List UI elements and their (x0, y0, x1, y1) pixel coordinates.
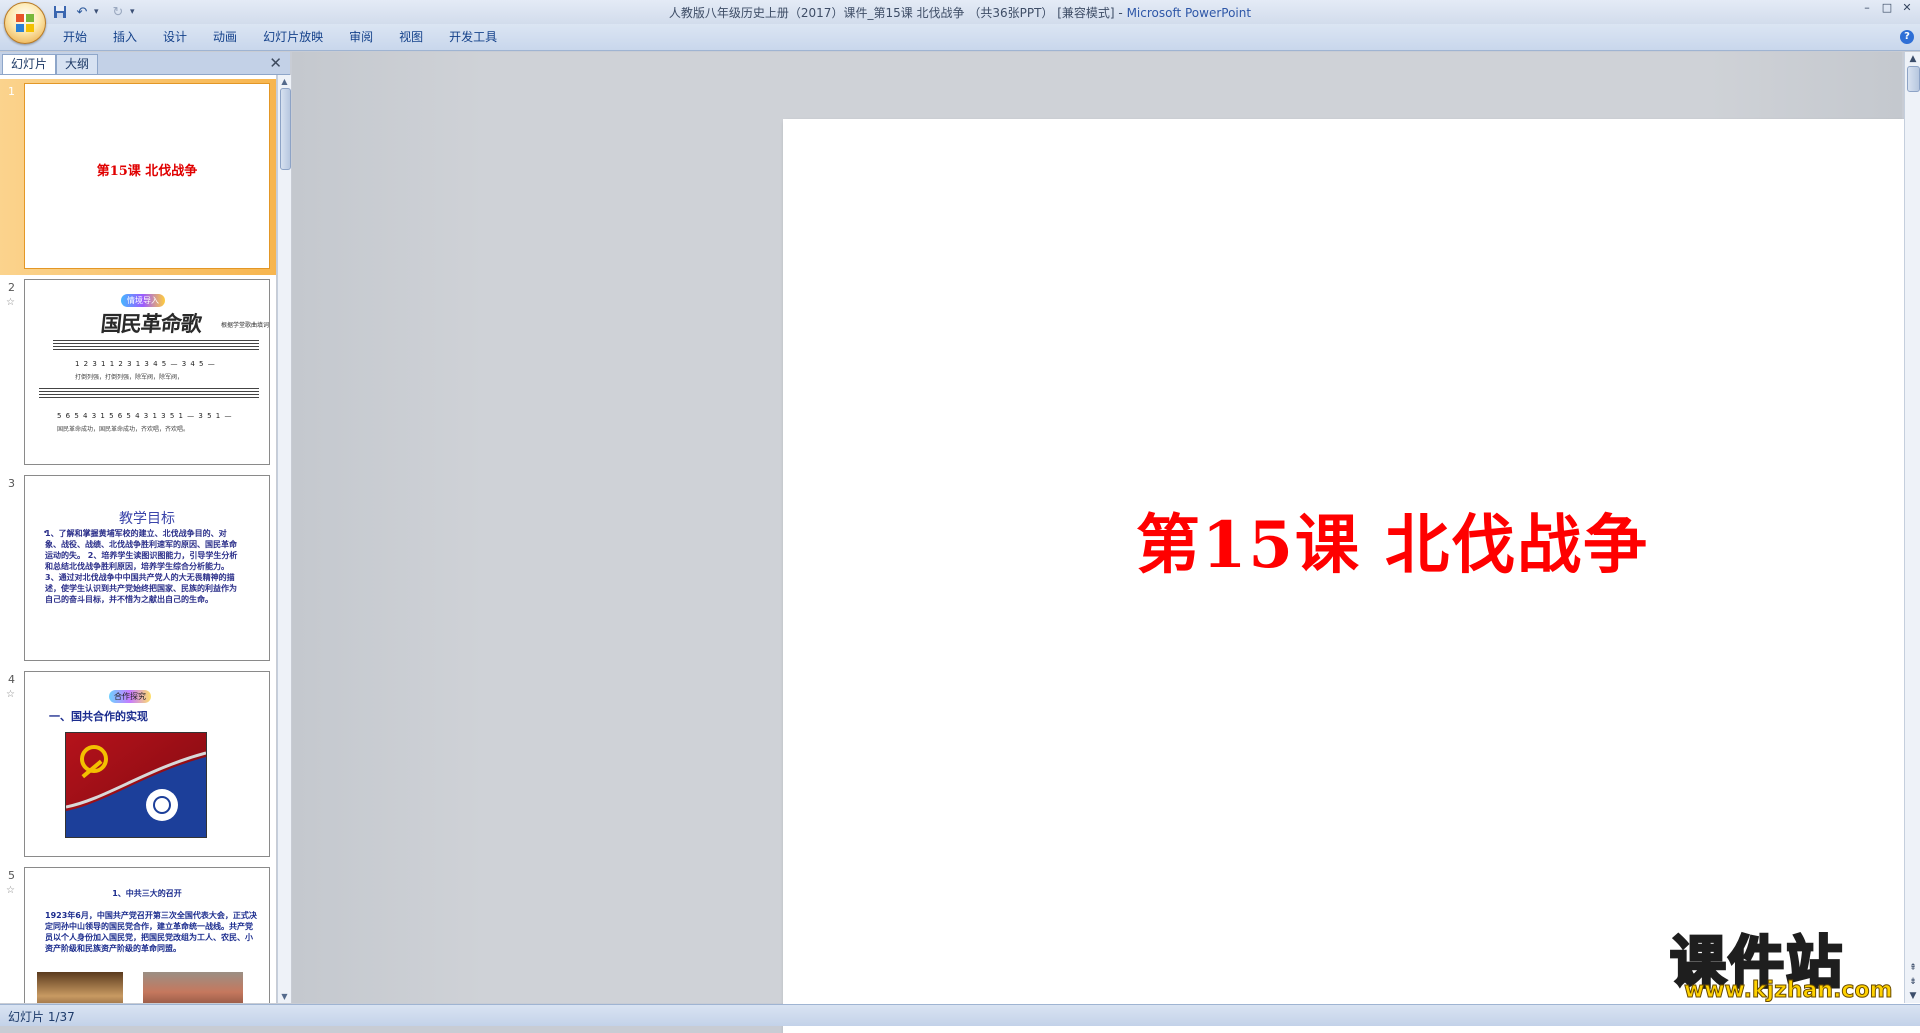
slide-number: 4 (8, 673, 15, 686)
slide-counter: 幻灯片 1/37 (8, 1010, 75, 1024)
slide-thumbnail-1[interactable]: 1 第15课 北伐战争 (0, 79, 276, 275)
scroll-down-icon[interactable]: ▼ (1905, 989, 1920, 1003)
office-button[interactable] (4, 2, 46, 44)
site-watermark: 课件站 www.kjzhan.com (1669, 918, 1904, 1004)
slide-number: 5 (8, 869, 15, 882)
slide-preview[interactable]: 教学目标 • 1、了解和掌握黄埔军校的建立、北伐战争目的、对象、战役、战绩、北伐… (24, 475, 270, 661)
section-badge: 合作探究 (109, 690, 151, 703)
historic-photo (143, 972, 243, 1003)
tab-home[interactable]: 开始 (50, 24, 100, 50)
title-bar: ↶ ▾ ↻ ▾ 人教版八年级历史上册（2017）课件_第15课 北伐战争 （共3… (0, 0, 1920, 44)
thumbnail-scrollbar[interactable]: ▲ ▼ (277, 75, 291, 1003)
slide-preview[interactable]: 第15课 北伐战争 (24, 83, 270, 269)
slide-editing-area: 第15课 北伐战争 (292, 52, 1920, 1033)
tab-insert[interactable]: 插入 (100, 24, 150, 50)
tab-slides[interactable]: 幻灯片 (2, 54, 57, 74)
jianpu-notation: 5 6 5 4 3 1 5 6 5 4 3 1 3 5 1 — 3 5 1 — (57, 412, 233, 420)
maximize-button[interactable]: □ (1880, 2, 1894, 14)
slide-body-text: 1、了解和掌握黄埔军校的建立、北伐战争目的、对象、战役、战绩、北伐战争胜利速军的… (45, 529, 238, 604)
animation-star-icon: ☆ (6, 885, 15, 896)
slide-preview[interactable]: 1、中共三大的召开 1923年6月，中国共产党召开第三次全国代表大会，正式决定同… (24, 867, 270, 1003)
slide-preview[interactable]: 合作探究 一、国共合作的实现 (24, 671, 270, 857)
animation-star-icon: ☆ (6, 689, 15, 700)
slide-body-text: 1923年6月，中国共产党召开第三次全国代表大会，正式决定同孙中山领导的国民党合… (45, 911, 257, 953)
music-staff (39, 386, 259, 398)
undo-dropdown-icon[interactable]: ▾ (94, 7, 106, 17)
slide-thumbnail-list: 1 第15课 北伐战争 2 ☆ 情境导入 国民革命歌 根据学堂歌曲填词 1 2 … (0, 75, 276, 1003)
song-note: 根据学堂歌曲填词 (221, 322, 270, 329)
tab-slideshow[interactable]: 幻灯片放映 (250, 24, 336, 50)
slide-thumbnail-5[interactable]: 5 ☆ 1、中共三大的召开 1923年6月，中国共产党召开第三次全国代表大会，正… (0, 863, 276, 1003)
ribbon-tab-bar: 开始 插入 设计 动画 幻灯片放映 审阅 视图 开发工具 ? (0, 24, 1920, 51)
slide-thumbnail-3[interactable]: 3 教学目标 • 1、了解和掌握黄埔军校的建立、北伐战争目的、对象、战役、战绩、… (0, 471, 276, 667)
slide-title: 第15课 北伐战争 (96, 164, 198, 179)
slide-number: 3 (8, 477, 15, 490)
scroll-up-icon[interactable]: ▲ (278, 75, 291, 88)
music-staff (53, 338, 259, 350)
scroll-thumb[interactable] (280, 88, 291, 170)
app-name: Microsoft PowerPoint (1126, 6, 1252, 20)
scroll-up-icon[interactable]: ▲ (1905, 52, 1920, 66)
song-lyrics: 打倒列强，打倒列强，除军阀，除军阀， (75, 374, 184, 381)
redo-icon[interactable]: ↻ (108, 3, 128, 21)
slide-title: 1、中共三大的召开 (112, 889, 182, 898)
save-icon[interactable] (50, 3, 70, 21)
tab-review[interactable]: 审阅 (336, 24, 386, 50)
customize-qat-icon[interactable]: ▾ (130, 7, 142, 17)
status-bar: 幻灯片 1/37 (0, 1004, 1920, 1026)
tab-view[interactable]: 视图 (386, 24, 436, 50)
undo-icon[interactable]: ↶ (72, 3, 92, 21)
tab-outline[interactable]: 大纲 (56, 54, 99, 74)
song-title: 国民革命歌 (99, 311, 203, 336)
slide-number: 1 (8, 85, 15, 98)
previous-slide-icon[interactable]: ⇞ (1905, 961, 1920, 975)
watermark-url: www.kjzhan.com (1684, 978, 1894, 1004)
scroll-thumb[interactable] (1907, 66, 1920, 92)
slide-number: 2 (8, 281, 15, 294)
slide-title: 教学目标 (119, 511, 175, 527)
window-controls: – □ ✕ (1860, 2, 1914, 14)
slide-title[interactable]: 第15课 北伐战争 (783, 494, 1920, 586)
tab-animations[interactable]: 动画 (200, 24, 250, 50)
window-title: 人教版八年级历史上册（2017）课件_第15课 北伐战争 （共36张PPT） [… (0, 4, 1920, 21)
section-title: 一、国共合作的实现 (49, 710, 148, 723)
slide-scrollbar[interactable]: ▲ ⇞ ⇟ ▼ (1904, 52, 1920, 1003)
party-flags-image (65, 732, 207, 838)
minimize-button[interactable]: – (1860, 2, 1874, 14)
help-icon[interactable]: ? (1900, 30, 1914, 44)
jianpu-notation: 1 2 3 1 1 2 3 1 3 4 5 — 3 4 5 — (75, 360, 216, 368)
slide-thumbnail-2[interactable]: 2 ☆ 情境导入 国民革命歌 根据学堂歌曲填词 1 2 3 1 1 2 3 1 … (0, 275, 276, 471)
current-slide[interactable]: 第15课 北伐战争 (783, 119, 1920, 1033)
tab-design[interactable]: 设计 (150, 24, 200, 50)
slide-thumbnail-4[interactable]: 4 ☆ 合作探究 一、国共合作的实现 (0, 667, 276, 863)
scroll-down-icon[interactable]: ▼ (278, 990, 291, 1003)
next-slide-icon[interactable]: ⇟ (1905, 975, 1920, 989)
slides-pane-tabs: 幻灯片 大纲 ✕ (0, 52, 290, 75)
pane-close-icon[interactable]: ✕ (269, 54, 282, 72)
quick-access-toolbar: ↶ ▾ ↻ ▾ (50, 2, 142, 22)
section-badge: 情境导入 (121, 294, 165, 307)
animation-star-icon: ☆ (6, 297, 15, 308)
historic-photo (37, 972, 123, 1003)
tab-developer[interactable]: 开发工具 (436, 24, 510, 50)
close-button[interactable]: ✕ (1900, 2, 1914, 14)
slide-preview[interactable]: 情境导入 国民革命歌 根据学堂歌曲填词 1 2 3 1 1 2 3 1 3 4 … (24, 279, 270, 465)
document-title: 人教版八年级历史上册（2017）课件_第15课 北伐战争 （共36张PPT） [… (668, 6, 1115, 20)
office-logo-icon (16, 14, 34, 32)
title-separator: - (1114, 6, 1127, 20)
song-lyrics: 国民革命成功，国民革命成功，齐欢唱，齐欢唱。 (57, 426, 190, 433)
